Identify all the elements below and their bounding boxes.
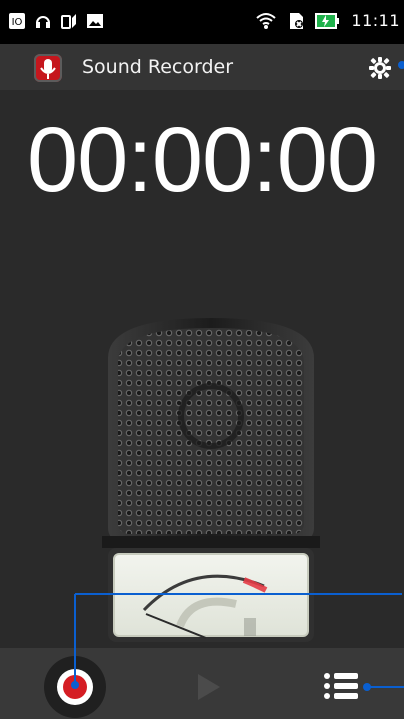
status-time: 11:11 bbox=[351, 11, 400, 30]
microphone-illustration bbox=[102, 318, 320, 642]
play-icon[interactable] bbox=[198, 674, 220, 700]
image-icon bbox=[87, 14, 103, 28]
app-icon bbox=[34, 54, 62, 82]
photo-icon: IO bbox=[9, 13, 25, 29]
list-icon[interactable] bbox=[324, 672, 358, 700]
headphones-icon bbox=[36, 16, 50, 28]
annotation-line-record-horizontal bbox=[75, 593, 402, 595]
status-bar: IO 11:11 bbox=[0, 0, 404, 44]
sim-card-icon bbox=[290, 12, 304, 29]
status-right-icons: 11:11 bbox=[255, 11, 400, 30]
battery-alt-icon bbox=[61, 14, 76, 29]
app-title: Sound Recorder bbox=[82, 56, 234, 78]
app-bar: Sound Recorder bbox=[0, 44, 404, 90]
microphone-icon bbox=[40, 59, 56, 79]
annotation-line-record-vertical bbox=[74, 594, 76, 682]
gear-icon[interactable] bbox=[368, 56, 392, 80]
recording-timer: 00:00:00 bbox=[26, 109, 378, 211]
annotation-dot-list bbox=[363, 683, 371, 691]
wifi-icon bbox=[256, 12, 277, 29]
annotation-dot-record bbox=[71, 681, 79, 689]
status-left-icons: IO bbox=[8, 12, 104, 30]
battery-icon bbox=[315, 12, 340, 29]
svg-text:IO: IO bbox=[12, 17, 23, 28]
